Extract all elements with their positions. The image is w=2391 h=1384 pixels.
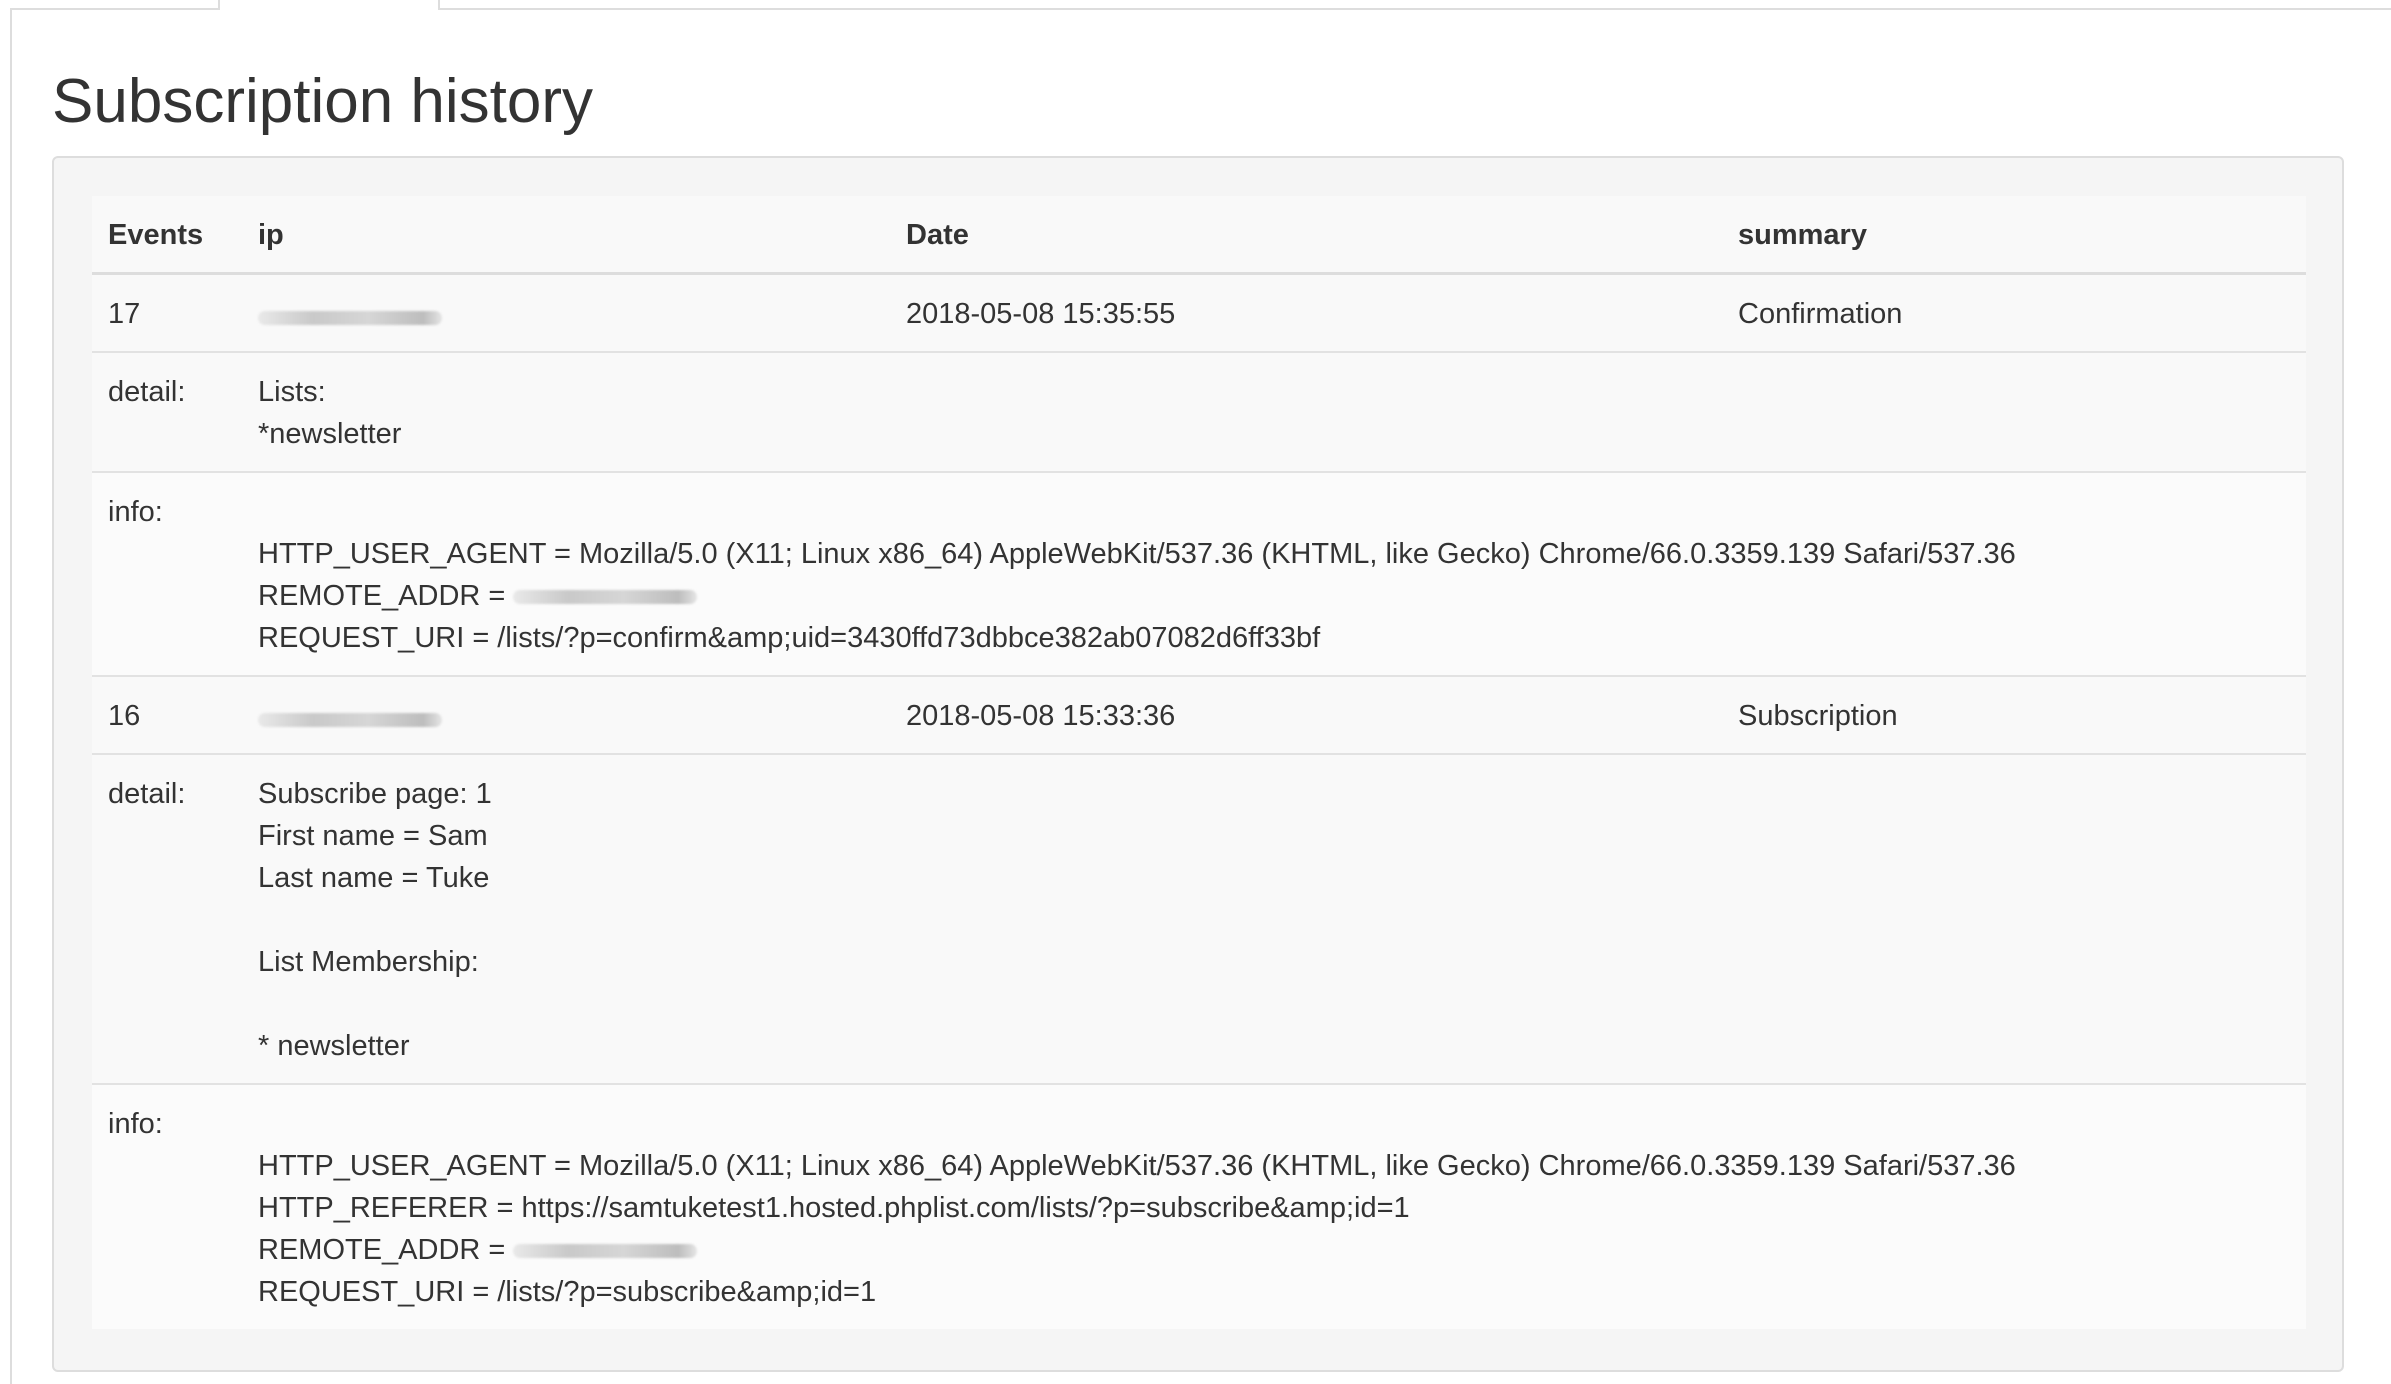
info-remote-addr: REMOTE_ADDR = [258, 575, 2290, 617]
remote-addr-label: REMOTE_ADDR = [258, 1234, 506, 1266]
info-label: info: [92, 1084, 242, 1329]
event-date: 2018-05-08 15:35:55 [890, 273, 1722, 353]
event-id: 17 [92, 273, 242, 353]
history-panel: Events ip Date summary 17 2018-05-08 15:… [52, 156, 2344, 1372]
event-summary: Confirmation [1722, 273, 2306, 353]
detail-line: Last name = Tuke [258, 862, 490, 894]
redacted-remote-addr [513, 1244, 698, 1259]
detail-row: detail: Subscribe page: 1 First name = S… [92, 754, 2306, 1085]
info-referer: HTTP_REFERER = https://samtuketest1.host… [258, 1192, 1410, 1224]
detail-line: Lists: [258, 376, 326, 408]
detail-row: detail: Lists: *newsletter [92, 352, 2306, 473]
info-row: info: HTTP_USER_AGENT = Mozilla/5.0 (X11… [92, 1084, 2306, 1329]
ip-cell [242, 273, 890, 353]
redacted-ip [258, 713, 442, 728]
tab-stub[interactable] [218, 0, 440, 10]
header-events: Events [92, 196, 242, 275]
redacted-remote-addr [513, 590, 698, 605]
remote-addr-label: REMOTE_ADDR = [258, 580, 506, 612]
detail-line: Subscribe page: 1 [258, 778, 492, 810]
detail-line: First name = Sam [258, 820, 488, 852]
table-row: 17 2018-05-08 15:35:55 Confirmation [92, 273, 2306, 353]
ip-cell [242, 676, 890, 755]
detail-label: detail: [92, 352, 242, 473]
history-table: Events ip Date summary 17 2018-05-08 15:… [92, 196, 2306, 1329]
info-user-agent: HTTP_USER_AGENT = Mozilla/5.0 (X11; Linu… [258, 538, 2016, 570]
info-user-agent: HTTP_USER_AGENT = Mozilla/5.0 (X11; Linu… [258, 1150, 2016, 1182]
detail-label: detail: [92, 754, 242, 1085]
info-request-uri: REQUEST_URI = /lists/?p=subscribe&amp;id… [258, 1276, 877, 1308]
detail-line: * newsletter [258, 1030, 410, 1062]
event-summary: Subscription [1722, 676, 2306, 755]
header-date: Date [890, 196, 1722, 275]
event-date: 2018-05-08 15:33:36 [890, 676, 1722, 755]
header-ip: ip [242, 196, 890, 275]
table-row: 16 2018-05-08 15:33:36 Subscription [92, 676, 2306, 755]
detail-content: Subscribe page: 1 First name = Sam Last … [242, 754, 2306, 1085]
table-header-row: Events ip Date summary [92, 196, 2306, 275]
info-request-uri: REQUEST_URI = /lists/?p=confirm&amp;uid=… [258, 622, 1321, 654]
detail-line: *newsletter [258, 418, 402, 450]
redacted-ip [258, 311, 442, 326]
info-content: HTTP_USER_AGENT = Mozilla/5.0 (X11; Linu… [242, 1084, 2306, 1329]
info-remote-addr: REMOTE_ADDR = [258, 1229, 2290, 1271]
page-title: Subscription history [52, 67, 594, 136]
detail-line: List Membership: [258, 946, 479, 978]
event-id: 16 [92, 676, 242, 755]
info-content: HTTP_USER_AGENT = Mozilla/5.0 (X11; Linu… [242, 472, 2306, 677]
detail-content: Lists: *newsletter [242, 352, 2306, 473]
header-summary: summary [1722, 196, 2306, 275]
info-row: info: HTTP_USER_AGENT = Mozilla/5.0 (X11… [92, 472, 2306, 677]
info-label: info: [92, 472, 242, 677]
